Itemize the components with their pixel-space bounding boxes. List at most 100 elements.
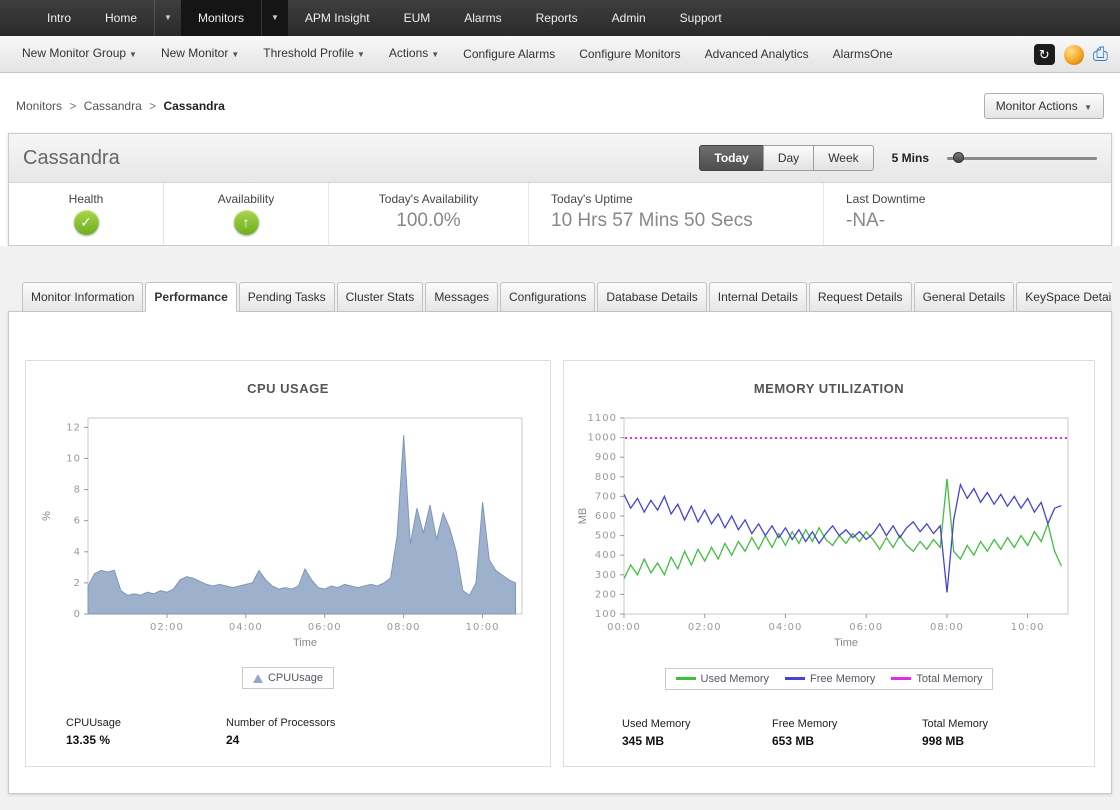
stat-availability: Availability ↑ xyxy=(164,183,329,245)
chevron-down-icon: ▼ xyxy=(1084,103,1092,112)
svg-text:1100: 1100 xyxy=(588,413,617,424)
summary-cpuusage: CPUUsage 13.35 % xyxy=(66,717,226,747)
stat-last-downtime: Last Downtime -NA- xyxy=(824,183,1111,245)
configure-monitors-link[interactable]: Configure Monitors xyxy=(567,36,692,73)
time-slider xyxy=(947,151,1097,165)
availability-up-icon[interactable]: ↑ xyxy=(234,210,259,235)
legend-item-total-memory: Total Memory xyxy=(891,673,982,685)
summary-label: Used Memory xyxy=(622,718,772,730)
legend-item-free-memory: Free Memory xyxy=(785,673,875,685)
advanced-analytics-link[interactable]: Advanced Analytics xyxy=(693,36,821,73)
line-swatch-icon xyxy=(785,677,805,680)
nav-label: Alarms xyxy=(447,0,518,36)
nav-item-home[interactable]: Home▼ xyxy=(88,0,181,36)
svg-text:04:00: 04:00 xyxy=(769,622,803,633)
legend-item-used-memory: Used Memory xyxy=(676,673,769,685)
tab-database-details[interactable]: Database Details xyxy=(597,282,706,312)
tab-pending-tasks[interactable]: Pending Tasks xyxy=(239,282,335,312)
svg-text:200: 200 xyxy=(595,589,617,600)
summary-num-processors: Number of Processors 24 xyxy=(226,717,386,747)
globe-icon[interactable] xyxy=(1064,45,1084,65)
toolbar-label: New Monitor xyxy=(161,46,228,60)
tab-monitor-information[interactable]: Monitor Information xyxy=(22,282,143,312)
chevron-down-icon[interactable]: ▼ xyxy=(261,0,288,36)
nav-item-support[interactable]: Support xyxy=(663,0,739,36)
svg-text:700: 700 xyxy=(595,491,617,502)
toolbar-label: Advanced Analytics xyxy=(705,47,809,61)
breadcrumb-cassandra[interactable]: Cassandra xyxy=(84,99,142,113)
configure-alarms-link[interactable]: Configure Alarms xyxy=(451,36,567,73)
svg-text:02:00: 02:00 xyxy=(688,622,722,633)
tab-cluster-stats[interactable]: Cluster Stats xyxy=(337,282,424,312)
svg-text:300: 300 xyxy=(595,570,617,581)
actions-menu[interactable]: Actions▼ xyxy=(377,35,451,73)
range-today-button[interactable]: Today xyxy=(699,145,763,171)
nav-item-alarms[interactable]: Alarms xyxy=(447,0,518,36)
stat-value: 10 Hrs 57 Mins 50 Secs xyxy=(551,210,823,232)
health-ok-icon[interactable]: ✓ xyxy=(74,210,99,235)
chevron-down-icon[interactable]: ▼ xyxy=(154,0,181,36)
new-monitor-menu[interactable]: New Monitor▼ xyxy=(149,35,251,73)
breadcrumb-separator: > xyxy=(69,99,76,113)
nav-item-apm-insight[interactable]: APM Insight xyxy=(288,0,387,36)
alarmsone-link[interactable]: AlarmsOne xyxy=(821,36,905,73)
new-monitor-group-menu[interactable]: New Monitor Group▼ xyxy=(10,35,149,73)
secondary-toolbar: New Monitor Group▼ New Monitor▼ Threshol… xyxy=(0,36,1120,73)
toolbar-label: Threshold Profile xyxy=(263,46,354,60)
summary-label: Number of Processors xyxy=(226,717,386,729)
svg-text:00:00: 00:00 xyxy=(607,622,641,633)
stat-label: Today's Availability xyxy=(329,192,528,206)
breadcrumb-separator: > xyxy=(149,99,156,113)
legend-label: Total Memory xyxy=(916,673,982,685)
svg-text:04:00: 04:00 xyxy=(229,622,263,633)
svg-text:1000: 1000 xyxy=(588,433,617,444)
svg-text:10:00: 10:00 xyxy=(466,622,500,633)
svg-text:06:00: 06:00 xyxy=(308,622,342,633)
line-swatch-icon xyxy=(891,677,911,680)
nav-item-monitors[interactable]: Monitors▼ xyxy=(181,0,288,36)
range-day-button[interactable]: Day xyxy=(763,145,814,171)
area-swatch-icon xyxy=(253,674,263,683)
tab-keyspace-details[interactable]: KeySpace Details xyxy=(1016,282,1112,312)
memory-summary: Used Memory 345 MB Free Memory 653 MB To… xyxy=(574,718,1084,748)
svg-text:600: 600 xyxy=(595,511,617,522)
breadcrumb-current: Cassandra xyxy=(163,99,224,113)
stat-todays-availability: Today's Availability 100.0% xyxy=(329,183,529,245)
tab-request-details[interactable]: Request Details xyxy=(809,282,912,312)
time-range-toggle: Today Day Week xyxy=(699,145,873,171)
svg-text:900: 900 xyxy=(595,452,617,463)
sync-icon[interactable]: ↻ xyxy=(1034,44,1055,65)
toolbar-label: Configure Alarms xyxy=(463,47,555,61)
time-slider-handle[interactable] xyxy=(953,152,964,163)
svg-text:100: 100 xyxy=(595,609,617,620)
nav-label: Monitors xyxy=(181,0,261,36)
breadcrumb-monitors[interactable]: Monitors xyxy=(16,99,62,113)
nav-item-eum[interactable]: EUM xyxy=(387,0,448,36)
svg-text:2: 2 xyxy=(74,578,81,589)
monitor-actions-button[interactable]: Monitor Actions ▼ xyxy=(984,93,1104,119)
tab-messages[interactable]: Messages xyxy=(425,282,498,312)
print-icon[interactable]: ⎙ xyxy=(1093,44,1108,65)
top-nav: Intro Home▼ Monitors▼ APM Insight EUM Al… xyxy=(0,0,1120,36)
nav-item-reports[interactable]: Reports xyxy=(519,0,595,36)
tab-configurations[interactable]: Configurations xyxy=(500,282,595,312)
performance-panel: CPU USAGE 02468101202:0004:0006:0008:001… xyxy=(8,311,1112,794)
summary-label: CPUUsage xyxy=(66,717,226,729)
tab-general-details[interactable]: General Details xyxy=(914,282,1015,312)
nav-item-admin[interactable]: Admin xyxy=(595,0,663,36)
poll-interval-label: 5 Mins xyxy=(892,151,929,165)
svg-text:10: 10 xyxy=(66,453,81,464)
toolbar-label: Actions xyxy=(389,46,428,60)
threshold-profile-menu[interactable]: Threshold Profile▼ xyxy=(251,35,377,73)
time-slider-track[interactable] xyxy=(947,157,1097,160)
nav-label: EUM xyxy=(387,0,448,36)
nav-label: Reports xyxy=(519,0,595,36)
nav-label: Home xyxy=(88,0,154,36)
nav-item-intro[interactable]: Intro xyxy=(30,0,88,36)
range-week-button[interactable]: Week xyxy=(813,145,873,171)
tab-performance[interactable]: Performance xyxy=(145,282,236,312)
tab-internal-details[interactable]: Internal Details xyxy=(709,282,807,312)
svg-text:08:00: 08:00 xyxy=(930,622,964,633)
cpu-usage-chart: 02468101202:0004:0006:0008:0010:00Time% xyxy=(38,406,538,658)
memory-chart-title: MEMORY UTILIZATION xyxy=(574,381,1084,396)
